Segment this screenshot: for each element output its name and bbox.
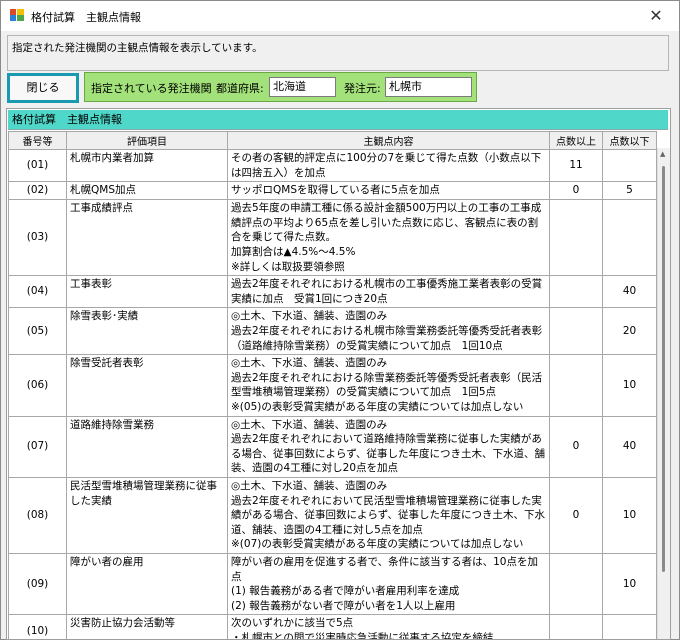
info-message: 指定された発注機関の主観点情報を表示しています。	[12, 42, 263, 54]
row-item[interactable]: 民活型雪堆積場管理業務に従事した実績	[66, 476, 228, 554]
row-item[interactable]: 工事成績評点	[66, 199, 228, 277]
prefecture-label: 都道府県:	[216, 82, 264, 95]
row-content[interactable]: 過去5年度の申請工種に係る設計金額500万円以上の工事の工事成績評点の平均より6…	[227, 199, 550, 277]
row-number[interactable]: (03)	[8, 199, 67, 277]
row-content[interactable]: 過去2年度それぞれにおける札幌市の工事優秀施工業者表彰の受賞実績に加点 受賞1回…	[227, 275, 550, 309]
row-min-score[interactable]: 0	[549, 415, 603, 478]
table-row[interactable]: (09) 障がい者の雇用 障がい者の雇用を促進する者で、条件に該当する者は、10点を…	[8, 552, 657, 616]
main-window: 格付試算 主観点情報 ✕ 指定された発注機関の主観点情報を表示しています。 閉じ…	[0, 0, 680, 640]
row-number[interactable]: (02)	[8, 181, 67, 201]
row-item[interactable]: 除雪表彰･実績	[66, 307, 228, 356]
row-content[interactable]: ◎土木、下水道、舗装、造園のみ 過去2年度それぞれにおいて民活型雪堆積場管理業務…	[227, 476, 550, 554]
row-min-score[interactable]	[549, 614, 603, 639]
row-max-score[interactable]: 5	[602, 181, 657, 201]
row-max-score[interactable]: 40	[602, 275, 657, 309]
row-min-score[interactable]: 0	[549, 476, 603, 554]
table-row[interactable]: (04) 工事表彰 過去2年度それぞれにおける札幌市の工事優秀施工業者表彰の受賞実績…	[8, 275, 657, 309]
row-min-score[interactable]	[549, 552, 603, 616]
row-min-score[interactable]	[549, 275, 603, 309]
title-bar: 格付試算 主観点情報 ✕	[1, 1, 679, 31]
row-item[interactable]: 札幌QMS加点	[66, 181, 228, 201]
row-content[interactable]: 障がい者の雇用を促進する者で、条件に該当する者は、10点を加点 (1) 報告義務…	[227, 552, 550, 616]
orderer-field[interactable]: 札幌市	[385, 77, 472, 97]
row-min-score[interactable]: 0	[549, 181, 603, 201]
header-min-score[interactable]: 点数以上	[549, 131, 603, 150]
agency-label: 指定されている発注機関	[91, 82, 212, 95]
grid-title: 格付試算 主観点情報	[8, 110, 668, 130]
row-min-score[interactable]	[549, 354, 603, 417]
row-max-score[interactable]: 10	[602, 552, 657, 616]
row-max-score[interactable]	[602, 199, 657, 277]
row-max-score[interactable]: 40	[602, 415, 657, 478]
row-min-score[interactable]: 11	[549, 148, 603, 183]
row-item[interactable]: 障がい者の雇用	[66, 552, 228, 616]
agency-panel: 指定されている発注機関 都道府県: 北海道 発注元: 札幌市	[84, 72, 477, 102]
header-max-score[interactable]: 点数以下	[602, 131, 657, 150]
orderer-label: 発注元:	[344, 82, 381, 95]
table-row[interactable]: (10) 災害防止協力会活動等 次のいずれかに該当で5点 ・札幌市との間で災害時応急…	[8, 614, 657, 639]
row-number[interactable]: (01)	[8, 148, 67, 183]
row-content[interactable]: ◎土木、下水道、舗装、造園のみ 過去2年度それぞれにおける札幌市除雪業務委託等優…	[227, 307, 550, 356]
table-row[interactable]: (05) 除雪表彰･実績 ◎土木、下水道、舗装、造園のみ 過去2年度それぞれにおける…	[8, 307, 657, 356]
row-item[interactable]: 道路維持除雪業務	[66, 415, 228, 478]
table-row[interactable]: (06) 除雪受託者表彰 ◎土木、下水道、舗装、造園のみ 過去2年度それぞれにおける…	[8, 354, 657, 417]
scroll-up-icon[interactable]: ▲	[660, 150, 665, 158]
vertical-scrollbar[interactable]: ▲	[657, 148, 670, 639]
row-max-score[interactable]: 10	[602, 476, 657, 554]
row-content[interactable]: 次のいずれかに該当で5点 ・札幌市との間で災害時応急活動に従事する協定を締結	[227, 614, 550, 639]
header-content[interactable]: 主観点内容	[227, 131, 550, 150]
row-max-score[interactable]: 10	[602, 354, 657, 417]
row-max-score[interactable]	[602, 148, 657, 183]
header-number[interactable]: 番号等	[8, 131, 67, 150]
table-row[interactable]: (07) 道路維持除雪業務 ◎土木、下水道、舗装、造園のみ 過去2年度それぞれにおい…	[8, 415, 657, 478]
subjective-points-table: 番号等 評価項目 主観点内容 点数以上 点数以下 (01) 札幌市内業者加算 その者…	[8, 131, 657, 639]
prefecture-field[interactable]: 北海道	[269, 77, 336, 97]
row-content[interactable]: ◎土木、下水道、舗装、造園のみ 過去2年度それぞれにおける除雪業務委託等優秀受託…	[227, 354, 550, 417]
header-item[interactable]: 評価項目	[66, 131, 228, 150]
info-box: 指定された発注機関の主観点情報を表示しています。	[7, 35, 669, 71]
table-row[interactable]: (08) 民活型雪堆積場管理業務に従事した実績 ◎土木、下水道、舗装、造園のみ 過去…	[8, 476, 657, 554]
row-number[interactable]: (09)	[8, 552, 67, 616]
row-item[interactable]: 札幌市内業者加算	[66, 148, 228, 183]
app-icon	[10, 9, 24, 21]
row-max-score[interactable]	[602, 614, 657, 639]
close-icon[interactable]: ✕	[643, 4, 669, 28]
row-min-score[interactable]	[549, 199, 603, 277]
row-number[interactable]: (04)	[8, 275, 67, 309]
row-number[interactable]: (06)	[8, 354, 67, 417]
row-min-score[interactable]	[549, 307, 603, 356]
table-row[interactable]: (02) 札幌QMS加点 サッポロQMSを取得している者に5点を加点 0 5	[8, 181, 657, 201]
row-item[interactable]: 工事表彰	[66, 275, 228, 309]
row-item[interactable]: 除雪受託者表彰	[66, 354, 228, 417]
table-row[interactable]: (03) 工事成績評点 過去5年度の申請工種に係る設計金額500万円以上の工事の工事…	[8, 199, 657, 277]
table-header-row: 番号等 評価項目 主観点内容 点数以上 点数以下	[8, 131, 657, 150]
table-row[interactable]: (01) 札幌市内業者加算 その者の客観的評定点に100分の7を乗じて得た点数（小数…	[8, 148, 657, 183]
scrollbar-thumb[interactable]	[662, 166, 665, 572]
close-button[interactable]: 閉じる	[7, 73, 79, 103]
row-content[interactable]: その者の客観的評定点に100分の7を乗じて得た点数（小数点以下は四捨五入）を加点	[227, 148, 550, 183]
row-number[interactable]: (07)	[8, 415, 67, 478]
row-number[interactable]: (10)	[8, 614, 67, 639]
row-content[interactable]: ◎土木、下水道、舗装、造園のみ 過去2年度それぞれにおいて道路維持除雪業務に従事…	[227, 415, 550, 478]
row-content[interactable]: サッポロQMSを取得している者に5点を加点	[227, 181, 550, 201]
row-number[interactable]: (08)	[8, 476, 67, 554]
row-max-score[interactable]: 20	[602, 307, 657, 356]
grid-frame: 格付試算 主観点情報 番号等 評価項目 主観点内容 点数以上 点数以下 (01)…	[6, 108, 671, 640]
row-item[interactable]: 災害防止協力会活動等	[66, 614, 228, 639]
window-title: 格付試算 主観点情報	[31, 11, 141, 24]
row-number[interactable]: (05)	[8, 307, 67, 356]
